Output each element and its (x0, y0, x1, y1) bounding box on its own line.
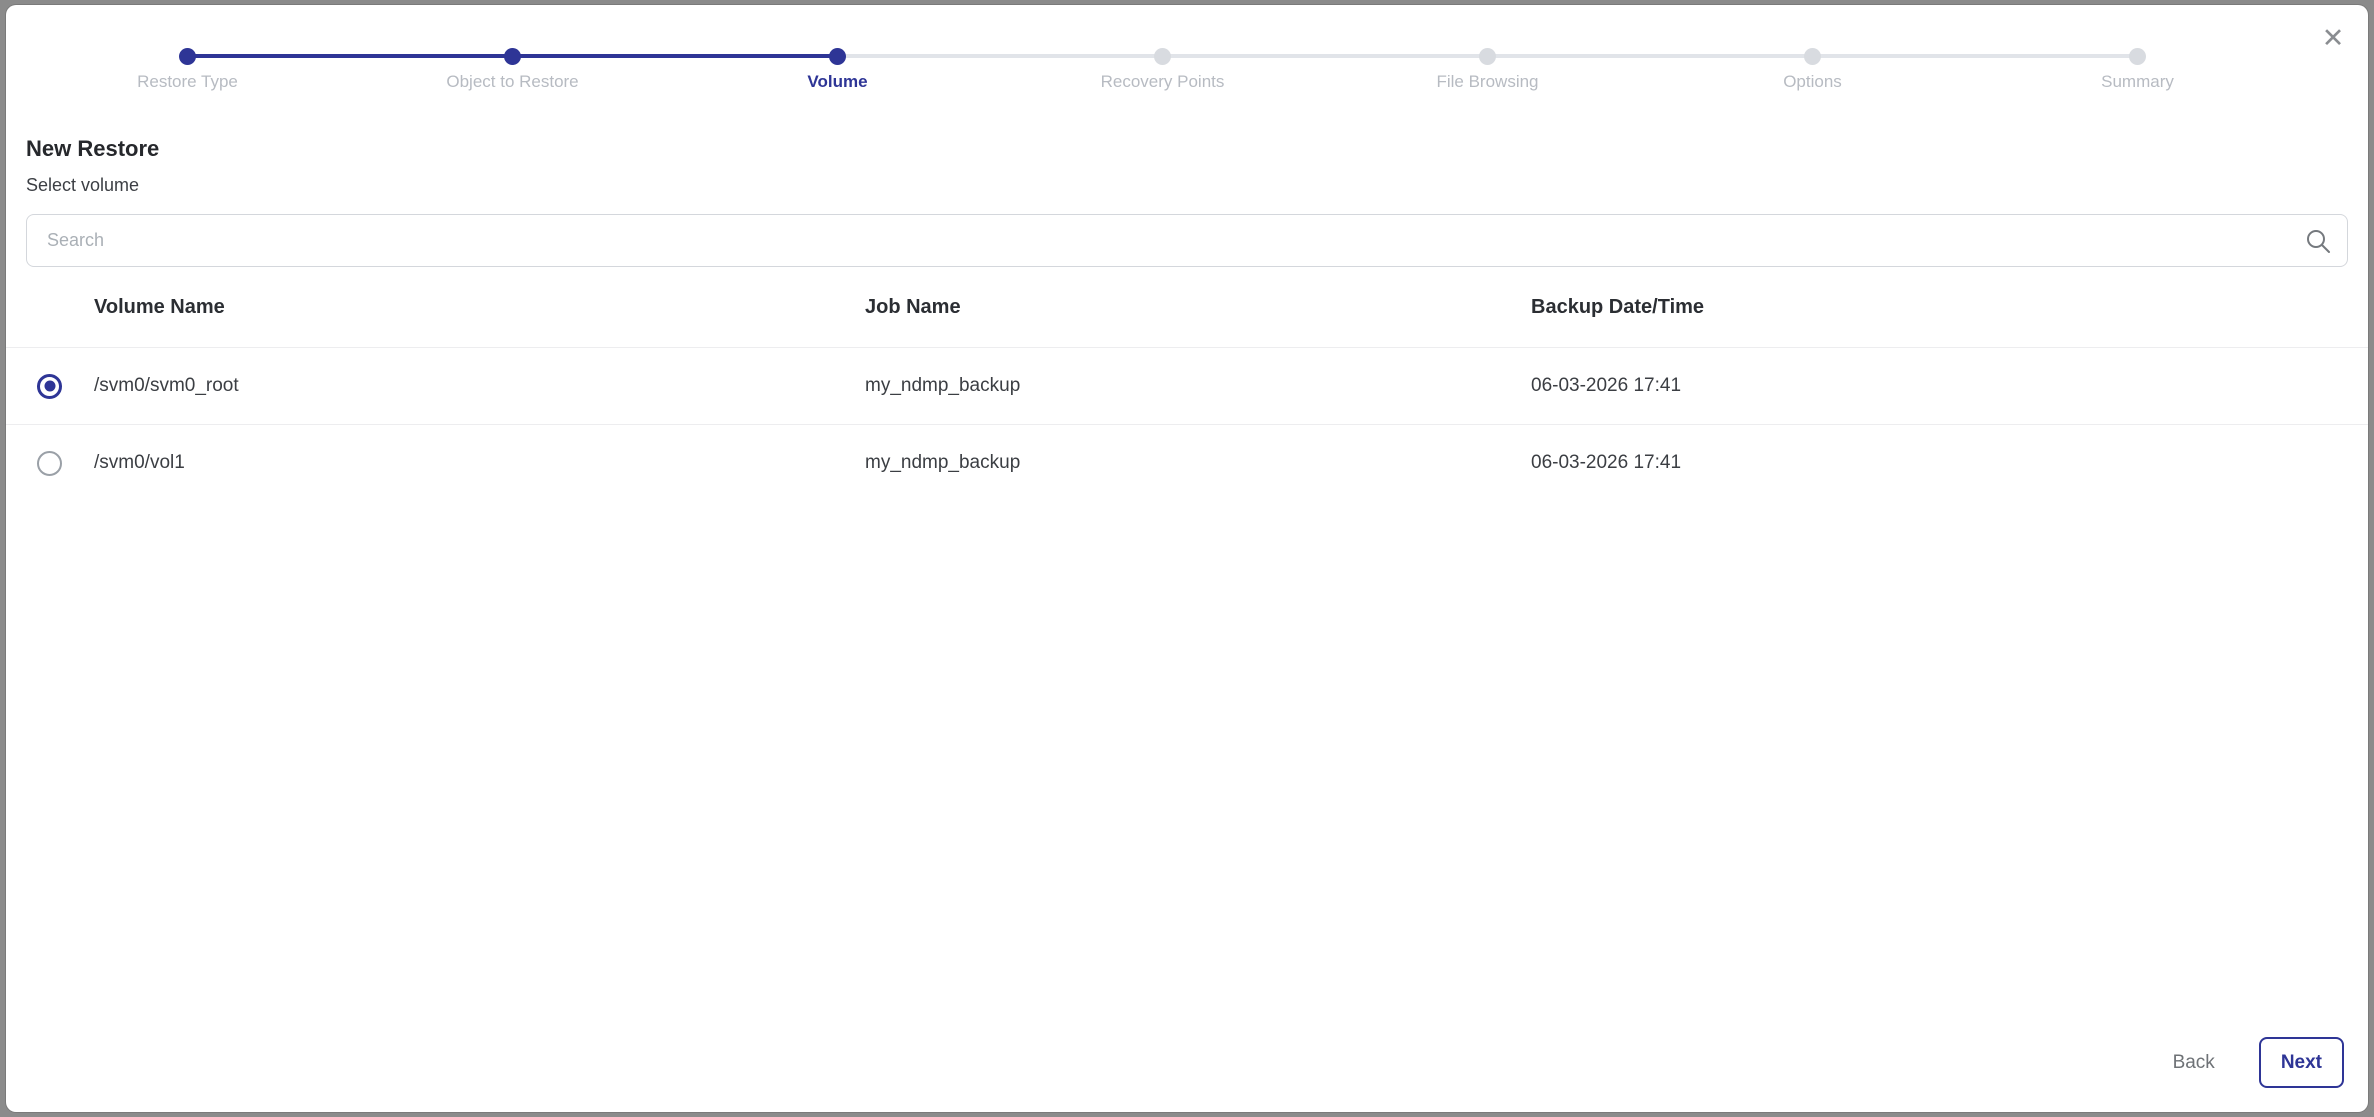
step-label: Object to Restore (350, 72, 675, 92)
wizard-footer: Back Next (2159, 1037, 2344, 1088)
step-label: Restore Type (25, 72, 350, 92)
step-recovery-points: Recovery Points (1000, 48, 1325, 92)
search-bar (26, 214, 2348, 267)
radio-volume-svm0-root[interactable] (37, 374, 62, 399)
column-header-job-name: Job Name (865, 296, 1531, 319)
cell-backup-datetime: 06-03-2026 17:41 (1531, 375, 2368, 397)
cell-volume-name: /svm0/vol1 (94, 452, 865, 474)
step-object-to-restore[interactable]: Object to Restore (350, 48, 675, 92)
step-dot (179, 48, 196, 65)
step-label: Volume (675, 72, 1000, 92)
cell-backup-datetime: 06-03-2026 17:41 (1531, 452, 2368, 474)
step-dot (1804, 48, 1821, 65)
cell-job-name: my_ndmp_backup (865, 452, 1531, 474)
wizard-stepper: Restore Type Object to Restore Volume Re… (6, 5, 2368, 115)
radio-volume-vol1[interactable] (37, 451, 62, 476)
table-header-row: Volume Name Job Name Backup Date/Time (6, 267, 2368, 348)
search-icon[interactable] (2304, 227, 2332, 255)
table-row[interactable]: /svm0/vol1 my_ndmp_backup 06-03-2026 17:… (6, 425, 2368, 501)
step-restore-type[interactable]: Restore Type (25, 48, 350, 92)
page-title: New Restore (26, 136, 159, 162)
page-subtitle: Select volume (26, 175, 139, 196)
step-label: Recovery Points (1000, 72, 1325, 92)
back-button[interactable]: Back (2159, 1042, 2229, 1084)
cell-volume-name: /svm0/svm0_root (94, 375, 865, 397)
table-row[interactable]: /svm0/svm0_root my_ndmp_backup 06-03-202… (6, 348, 2368, 425)
step-label: File Browsing (1325, 72, 1650, 92)
step-label: Options (1650, 72, 1975, 92)
column-header-volume-name: Volume Name (94, 296, 865, 319)
column-header-backup-datetime: Backup Date/Time (1531, 296, 2368, 319)
next-button[interactable]: Next (2259, 1037, 2344, 1088)
volume-table: Volume Name Job Name Backup Date/Time /s… (6, 267, 2368, 501)
step-dot (1479, 48, 1496, 65)
cell-job-name: my_ndmp_backup (865, 375, 1531, 397)
new-restore-dialog: ✕ Restore Type Object to Restore Volume … (6, 5, 2368, 1112)
step-label: Summary (1975, 72, 2300, 92)
step-volume[interactable]: Volume (675, 48, 1000, 92)
step-dot (1154, 48, 1171, 65)
step-dot (2129, 48, 2146, 65)
step-dot (504, 48, 521, 65)
step-options: Options (1650, 48, 1975, 92)
step-dot (829, 48, 846, 65)
search-input[interactable] (26, 214, 2348, 267)
step-file-browsing: File Browsing (1325, 48, 1650, 92)
step-summary: Summary (1975, 48, 2300, 92)
